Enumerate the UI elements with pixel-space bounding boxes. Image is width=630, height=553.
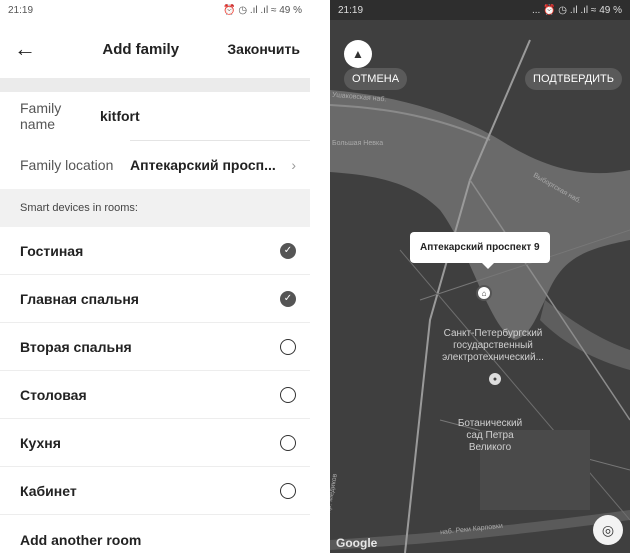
street-label: Большая Невка — [332, 140, 384, 147]
add-family-screen: 21:19 ⏰ ◷ .ıl .ıl ≈ 49 % ← Add family За… — [0, 0, 310, 553]
room-name: Кухня — [20, 434, 61, 451]
status-bar: 21:19 ⏰ ◷ .ıl .ıl ≈ 49 % — [0, 0, 310, 20]
section-gap — [0, 78, 310, 92]
add-room-button[interactable]: Add another room — [0, 515, 310, 553]
finish-button[interactable]: Закончить — [227, 41, 300, 57]
education-pin-icon: ● — [489, 373, 501, 385]
google-logo: Google — [336, 536, 378, 550]
unchecked-icon[interactable] — [280, 386, 296, 403]
room-row[interactable]: Кухня — [0, 419, 310, 467]
status-time: 21:19 — [338, 4, 364, 16]
chevron-right-icon: › — [291, 157, 296, 173]
field-divider — [130, 140, 310, 141]
family-location-row[interactable]: Family location Аптекарский просп... › — [0, 141, 310, 189]
confirm-button[interactable]: ПОДТВЕРДИТЬ — [525, 68, 622, 90]
unchecked-icon[interactable] — [280, 482, 296, 499]
address-callout: Аптекарский проспект 9 — [410, 232, 550, 269]
room-row[interactable]: Гостиная ✓ — [0, 227, 310, 275]
room-name: Столовая — [20, 386, 87, 403]
checked-icon[interactable]: ✓ — [280, 290, 296, 307]
back-arrow-icon[interactable]: ← — [14, 36, 54, 62]
room-row[interactable]: Столовая — [0, 371, 310, 419]
rooms-section-title: Smart devices in rooms: — [0, 189, 310, 227]
room-row[interactable]: Кабинет — [0, 467, 310, 515]
app-header: ← Add family Закончить — [0, 20, 310, 78]
home-pin-icon[interactable]: ⌂ — [476, 285, 492, 301]
family-location-label: Family location — [20, 157, 114, 173]
cancel-button[interactable]: ОТМЕНА — [344, 68, 408, 90]
family-name-input[interactable] — [100, 108, 296, 124]
room-name: Гостиная — [20, 242, 84, 259]
status-icons: ⏰ ◷ .ıl .ıl ≈ 49 % — [223, 4, 302, 16]
room-row[interactable]: Вторая спальня — [0, 323, 310, 371]
poi-botanical-garden: Ботанический сад Петра Великого — [457, 418, 523, 453]
poi-university: Санкт-Петербургский государственный элек… — [442, 328, 544, 363]
map-screen: 21:19 ... ⏰ ◷ .ıl .ıl ≈ 49 % ▲ ОТМЕНА ПО… — [330, 0, 630, 553]
family-location-value: Аптекарский просп... — [130, 157, 276, 173]
status-icons: ... ⏰ ◷ .ıl .ıl ≈ 49 % — [531, 4, 622, 16]
unchecked-icon[interactable] — [280, 338, 296, 355]
room-name: Главная спальня — [20, 290, 139, 307]
status-bar: 21:19 ... ⏰ ◷ .ıl .ıl ≈ 49 % — [330, 0, 630, 20]
room-row[interactable]: Главная спальня ✓ — [0, 275, 310, 323]
room-name: Вторая спальня — [20, 338, 132, 355]
room-name: Кабинет — [20, 482, 77, 499]
my-location-icon[interactable]: ◎ — [593, 515, 623, 545]
checked-icon[interactable]: ✓ — [280, 242, 296, 259]
family-name-label: Family name — [20, 100, 62, 132]
unchecked-icon[interactable] — [280, 434, 296, 451]
family-name-row: Family name — [0, 92, 310, 140]
compass-icon[interactable]: ▲ — [344, 40, 372, 68]
page-title: Add family — [102, 40, 180, 58]
room-list: Гостиная ✓ Главная спальня ✓ Вторая спал… — [0, 227, 310, 515]
status-time: 21:19 — [8, 4, 34, 16]
